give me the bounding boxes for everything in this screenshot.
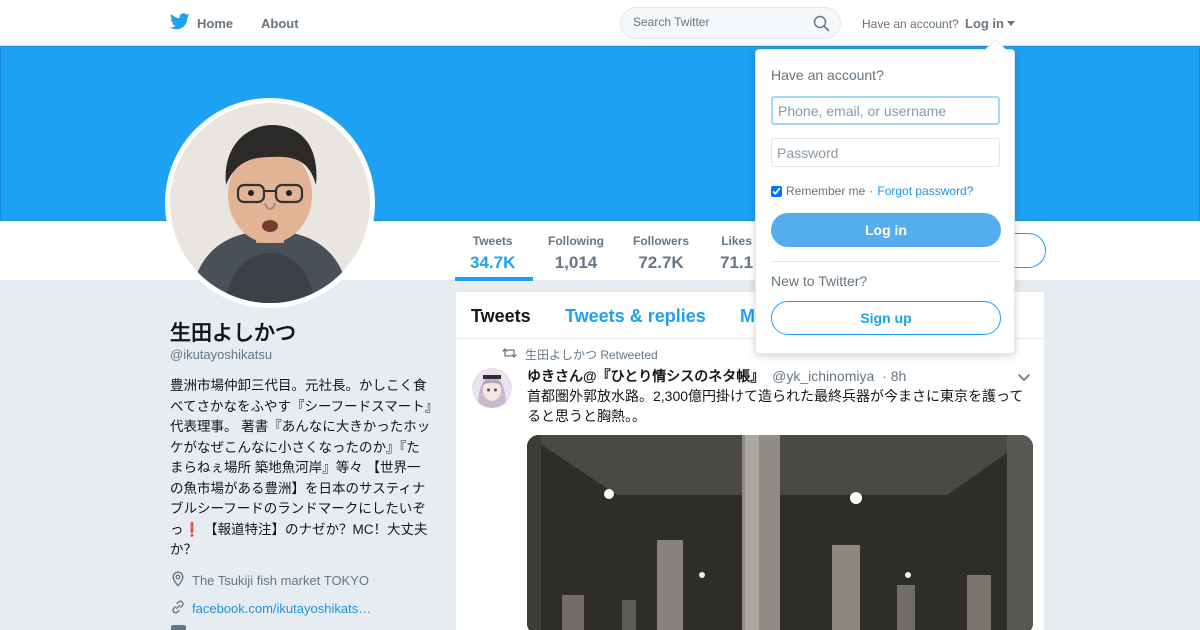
username-input[interactable] <box>771 96 1000 125</box>
location-text: The Tsukiji fish market TOKYO <box>192 573 370 588</box>
retweet-icon <box>502 347 517 362</box>
stat-label: Following <box>548 234 604 248</box>
tweet-author-avatar[interactable] <box>472 368 512 408</box>
stat-value: 34.7K <box>470 253 516 272</box>
tweet-time[interactable]: · 8h <box>882 368 906 384</box>
tab-tweets[interactable]: Tweets <box>471 306 531 327</box>
twitter-bird-icon <box>169 13 190 33</box>
tweet-display-name[interactable]: ゆきさん@『ひとり情シスのネタ帳』 <box>527 368 764 384</box>
profile-location: The Tsukiji fish market TOKYO <box>170 571 369 590</box>
stat-label: Tweets <box>472 234 513 248</box>
website-link[interactable]: facebook.com/ikutayoshikats… <box>192 601 371 616</box>
tab-media[interactable]: M <box>740 306 755 327</box>
calendar-icon <box>171 625 186 630</box>
tweet-screen-name[interactable]: @yk_ichinomiya <box>772 368 874 384</box>
profile-name[interactable]: 生田よしかつ <box>170 317 296 347</box>
profile-handle[interactable]: @ikutayoshikatsu <box>170 347 272 362</box>
location-pin-icon <box>170 571 186 590</box>
stat-label: Likes <box>721 234 752 248</box>
nav-home-link[interactable]: Home <box>169 13 234 33</box>
top-navigation-bar: Home About Have an account? Log in <box>0 0 1200 46</box>
forgot-password-link[interactable]: Forgot password? <box>877 184 973 198</box>
tweet-media-image[interactable] <box>527 435 1033 630</box>
search-input[interactable] <box>633 15 803 29</box>
active-stat-underline <box>455 277 533 281</box>
caret-down-icon[interactable] <box>1007 21 1015 26</box>
login-dropdown-toggle[interactable]: Log in <box>965 16 1004 31</box>
divider <box>771 261 1001 262</box>
avatar-photo <box>170 103 370 303</box>
profile-website: facebook.com/ikutayoshikats… <box>170 599 371 618</box>
stat-value: 71.1 <box>720 253 754 272</box>
link-icon <box>170 599 186 618</box>
stat-value: 1,014 <box>554 253 598 272</box>
login-dropdown: Have an account? Remember me · Forgot pa… <box>755 49 1015 354</box>
signup-button[interactable]: Sign up <box>771 301 1001 335</box>
nav-about-link[interactable]: About <box>261 16 299 31</box>
stat-following[interactable]: Following 1,014 <box>548 234 604 273</box>
remember-me-label[interactable]: Remember me <box>786 184 865 198</box>
new-to-twitter-text: New to Twitter? <box>771 273 868 289</box>
have-account-text: Have an account? <box>862 17 959 31</box>
separator-dot: · <box>869 184 874 198</box>
retweet-context: 生田よしかつ Retweeted <box>502 346 658 363</box>
stat-tweets[interactable]: Tweets 34.7K <box>470 234 515 273</box>
profile-avatar[interactable] <box>165 98 375 308</box>
stat-likes[interactable]: Likes 71.1 <box>720 234 753 273</box>
remember-me-checkbox[interactable] <box>771 185 782 197</box>
remember-me-row: Remember me · Forgot password? <box>771 184 973 198</box>
profile-bio: 豊洲市場仲卸三代目。元社長。かしこく食べてさかなをふやす『シーフードスマート』代… <box>170 378 432 557</box>
password-input[interactable] <box>771 138 1000 167</box>
tab-tweets-and-replies[interactable]: Tweets & replies <box>565 306 706 327</box>
login-dropdown-title: Have an account? <box>771 67 884 83</box>
tweet-header: ゆきさん@『ひとり情シスのネタ帳』 @yk_ichinomiya · 8h <box>527 366 906 386</box>
nav-home-label: Home <box>197 15 234 31</box>
stat-label: Followers <box>633 234 690 248</box>
stat-value: 72.7K <box>638 253 684 272</box>
search-icon[interactable] <box>813 15 830 37</box>
search-box <box>620 7 841 39</box>
stat-followers[interactable]: Followers 72.7K <box>633 234 689 273</box>
login-button[interactable]: Log in <box>771 213 1001 247</box>
retweeted-by-text[interactable]: 生田よしかつ Retweeted <box>525 346 658 363</box>
tweet-text: 首都圏外郭放水路。2,300億円掛けて造られた最終兵器が今まさに東京を護ってると… <box>527 388 1024 424</box>
